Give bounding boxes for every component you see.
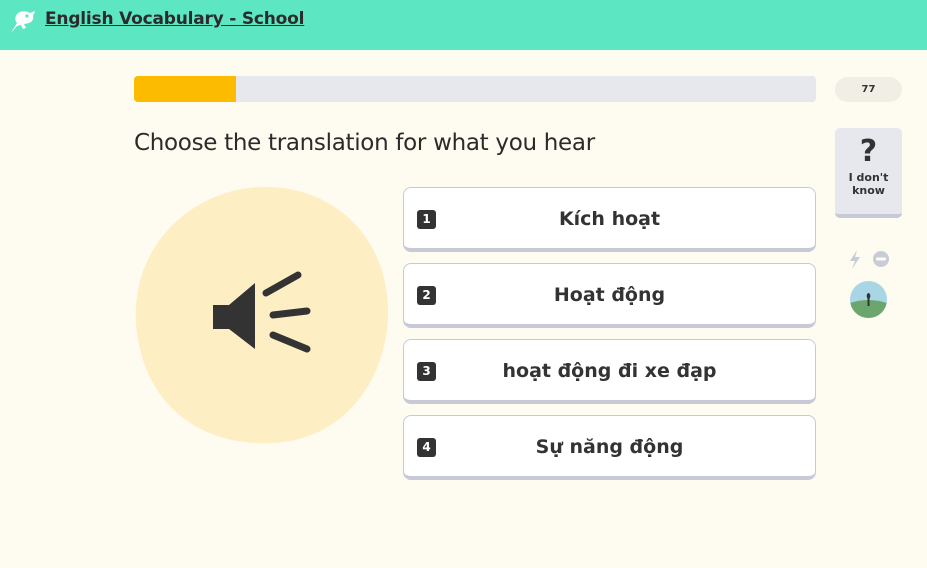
question-prompt: Choose the translation for what you hear xyxy=(134,130,595,156)
question-mark-icon: ? xyxy=(859,134,878,169)
top-bar: English Vocabulary - School xyxy=(0,0,927,50)
points-counter: 77 xyxy=(835,77,902,102)
answer-option-3[interactable]: 3 hoạt động đi xe đạp xyxy=(403,339,816,404)
answer-option-4[interactable]: 4 Sự năng động xyxy=(403,415,816,480)
dont-know-label: I don't know xyxy=(848,171,889,197)
answer-text: hoạt động đi xe đạp xyxy=(502,360,717,382)
dont-know-button[interactable]: ? I don't know xyxy=(835,128,902,218)
answer-text: Hoạt động xyxy=(553,284,666,306)
progress-bar xyxy=(134,76,816,102)
progress-fill xyxy=(134,76,237,102)
avatar[interactable] xyxy=(850,281,887,318)
answer-text: Kích hoạt xyxy=(558,208,661,230)
answer-list: 1 Kích hoạt 2 Hoạt động 3 hoạt động đi x… xyxy=(403,187,816,491)
answer-option-1[interactable]: 1 Kích hoạt xyxy=(403,187,816,252)
block-icon[interactable] xyxy=(872,250,890,268)
answer-text: Sự năng động xyxy=(535,436,684,458)
play-audio-button[interactable] xyxy=(133,185,393,447)
course-title-link[interactable]: English Vocabulary - School xyxy=(45,9,304,29)
answer-option-2[interactable]: 2 Hoạt động xyxy=(403,263,816,328)
memrise-logo-icon[interactable] xyxy=(8,8,36,36)
lightning-icon[interactable] xyxy=(848,250,862,269)
